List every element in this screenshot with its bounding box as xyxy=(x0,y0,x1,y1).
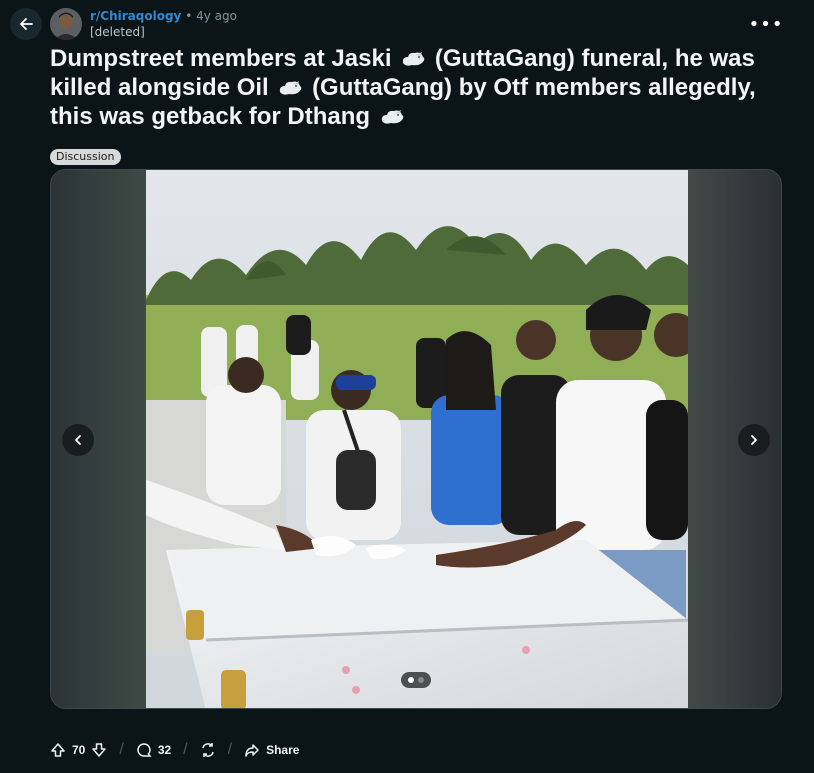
next-image-button[interactable] xyxy=(738,424,770,456)
dove-emoji-icon xyxy=(403,52,425,66)
post-author: [deleted] xyxy=(90,25,145,39)
chevron-right-icon xyxy=(751,435,758,445)
vote-count: 70 xyxy=(72,743,86,757)
share-button[interactable]: Share xyxy=(244,742,299,758)
post-age: 4y ago xyxy=(196,9,237,23)
title-text-1: Dumpstreet members at Jaski xyxy=(50,45,392,72)
downvote-icon[interactable] xyxy=(91,742,107,758)
share-icon xyxy=(245,744,259,757)
divider: / xyxy=(119,741,124,758)
chevron-left-icon xyxy=(74,435,81,445)
post-flair[interactable]: Discussion xyxy=(50,149,121,165)
meta-separator: • xyxy=(185,9,193,23)
crosspost-icon xyxy=(201,743,214,757)
subreddit-link[interactable]: r/Chiraqology xyxy=(90,9,181,23)
dove-emoji-icon xyxy=(280,81,302,95)
upvote-icon[interactable] xyxy=(50,742,66,758)
gallery-pagination xyxy=(401,672,431,688)
funeral-photo[interactable] xyxy=(146,170,688,709)
back-arrow-icon xyxy=(20,18,33,30)
comments-button[interactable]: 32 xyxy=(136,742,171,758)
post-title: Dumpstreet members at Jaski (GuttaGang) … xyxy=(50,44,790,131)
avatar[interactable] xyxy=(50,8,82,40)
avatar-image xyxy=(50,8,82,40)
more-options-icon: ••• xyxy=(748,13,784,35)
post-meta: r/Chiraqology • 4y ago xyxy=(90,9,237,24)
comment-count: 32 xyxy=(157,743,172,757)
more-options-button[interactable]: ••• xyxy=(749,12,783,36)
back-button[interactable] xyxy=(10,8,42,40)
dove-emoji-icon xyxy=(381,110,404,124)
comment-icon xyxy=(137,743,152,757)
vote-group: 70 xyxy=(50,742,107,758)
previous-image-button[interactable] xyxy=(62,424,94,456)
divider: / xyxy=(227,741,233,758)
crosspost-button[interactable] xyxy=(200,742,216,758)
image-gallery[interactable] xyxy=(50,169,782,709)
divider: / xyxy=(183,741,188,758)
post-actions: 70 / 32 / / Share xyxy=(50,738,299,762)
share-label: Share xyxy=(266,743,300,757)
page-dot[interactable] xyxy=(418,677,424,683)
page-dot-active[interactable] xyxy=(408,677,414,683)
